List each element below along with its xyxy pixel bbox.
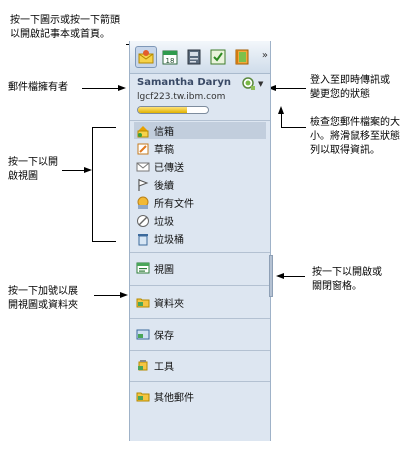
callout-line-quota-down xyxy=(281,113,282,128)
section-folders[interactable]: 資料夾 xyxy=(134,293,266,311)
view-item-drafts[interactable]: 草稿 xyxy=(134,140,266,157)
callout-line-status xyxy=(272,88,306,89)
callout-arrow-open-view xyxy=(84,167,92,173)
callout-bracket-vertical xyxy=(92,127,93,242)
annotation-quota: 檢查您郵件檔案的大 小。將滑鼠移至狀態 列以取得資訊。 xyxy=(310,117,400,156)
navigator-panel: 18 » Samantha Daryn ▼ lgcf223.tw.ibm.com… xyxy=(129,41,271,441)
mail-home-icon xyxy=(138,50,154,64)
view-label-junk: 垃圾 xyxy=(154,217,174,228)
contacts-icon xyxy=(187,49,201,65)
trash-icon xyxy=(138,233,148,245)
notebook-icon xyxy=(235,49,249,65)
view-label-follow-up: 後續 xyxy=(154,181,174,192)
calendar-date-label: 18 xyxy=(166,57,175,65)
folders-icon xyxy=(136,298,150,308)
section-archive[interactable]: 保存 xyxy=(134,325,266,343)
todo-icon xyxy=(210,49,226,65)
view-label-drafts: 草稿 xyxy=(154,145,174,156)
view-item-inbox[interactable]: 信箱 xyxy=(134,122,266,139)
callout-line-owner xyxy=(82,88,120,89)
mail-file-owner-name: Samantha Daryn xyxy=(137,77,231,88)
section-label-other-mail: 其他郵件 xyxy=(154,392,194,404)
callout-bracket-bottom xyxy=(92,241,116,242)
account-section: Samantha Daryn ▼ lgcf223.tw.ibm.com xyxy=(130,74,270,120)
callout-arrow-quota xyxy=(278,106,284,114)
toolbar-overflow-chevron-icon[interactable]: » xyxy=(262,51,268,61)
annotation-status: 登入至即時傳訊或 變更您的狀態 xyxy=(310,75,390,100)
section-label-tools: 工具 xyxy=(154,361,174,373)
divider xyxy=(130,350,270,351)
views-icon xyxy=(136,262,150,274)
archive-icon xyxy=(136,329,150,340)
inbox-icon xyxy=(137,125,149,137)
follow-up-icon xyxy=(138,178,149,191)
annotation-top: 按一下圖示或按一下箭頭 以開啟記事本或首頁。 xyxy=(10,15,120,40)
navigator-toolbar: 18 » xyxy=(130,41,270,74)
divider xyxy=(130,252,270,253)
annotation-expand: 按一下加號以展 開視圖或資料夾 xyxy=(8,286,78,311)
section-other-mail[interactable]: 其他郵件 xyxy=(134,387,266,405)
section-views[interactable]: 視圖 xyxy=(134,259,266,277)
section-label-folders: 資料夾 xyxy=(154,298,184,310)
drafts-icon xyxy=(137,143,149,154)
contacts-button[interactable] xyxy=(183,46,205,68)
sent-icon xyxy=(136,162,150,171)
annotation-toggle-pane: 按一下以開啟或 關閉窗格。 xyxy=(312,267,382,292)
view-item-all-documents[interactable]: 所有文件 xyxy=(134,194,266,211)
callout-line-expand xyxy=(94,295,122,296)
section-tools[interactable]: 工具 xyxy=(134,356,266,374)
view-label-sent: 已傳送 xyxy=(154,163,184,174)
calendar-icon: 18 xyxy=(162,50,178,65)
mail-home-button[interactable] xyxy=(135,46,157,68)
other-mail-icon xyxy=(136,392,150,402)
callout-line-open-view xyxy=(62,170,86,171)
divider xyxy=(130,120,270,121)
annotation-owner: 郵件檔擁有者 xyxy=(8,82,68,93)
view-item-follow-up[interactable]: 後續 xyxy=(134,176,266,193)
section-label-views: 視圖 xyxy=(154,264,174,276)
divider xyxy=(130,318,270,319)
callout-line-toggle-pane xyxy=(283,276,305,277)
pane-toggle-splitter[interactable] xyxy=(269,255,273,297)
view-item-sent[interactable]: 已傳送 xyxy=(134,158,266,175)
presence-status-icon[interactable] xyxy=(242,77,256,91)
todo-button[interactable] xyxy=(207,46,229,68)
view-label-trash: 垃圾桶 xyxy=(154,235,184,246)
calendar-button[interactable]: 18 xyxy=(159,46,181,68)
mail-server-address: lgcf223.tw.ibm.com xyxy=(137,92,226,102)
presence-dropdown-icon[interactable]: ▼ xyxy=(258,80,263,88)
divider xyxy=(130,381,270,382)
annotation-open-view: 按一下以開 啟視圖 xyxy=(8,157,58,182)
notebook-button[interactable] xyxy=(231,46,253,68)
tools-icon xyxy=(138,360,148,371)
callout-bracket-top xyxy=(92,127,116,128)
mail-quota-bar[interactable] xyxy=(137,106,209,114)
divider xyxy=(130,285,270,286)
callout-line-quota xyxy=(281,127,306,128)
callout-arrow-toggle-pane xyxy=(276,273,284,279)
section-label-archive: 保存 xyxy=(154,330,174,342)
view-label-all-documents: 所有文件 xyxy=(154,199,194,210)
callout-arrow-expand xyxy=(120,292,128,298)
view-item-trash[interactable]: 垃圾桶 xyxy=(134,230,266,247)
mail-quota-fill xyxy=(138,107,187,113)
all-documents-icon xyxy=(137,196,149,209)
view-label-inbox: 信箱 xyxy=(154,127,174,138)
view-item-junk[interactable]: 垃圾 xyxy=(134,212,266,229)
callout-arrow-owner xyxy=(118,85,126,91)
junk-icon xyxy=(137,214,149,227)
